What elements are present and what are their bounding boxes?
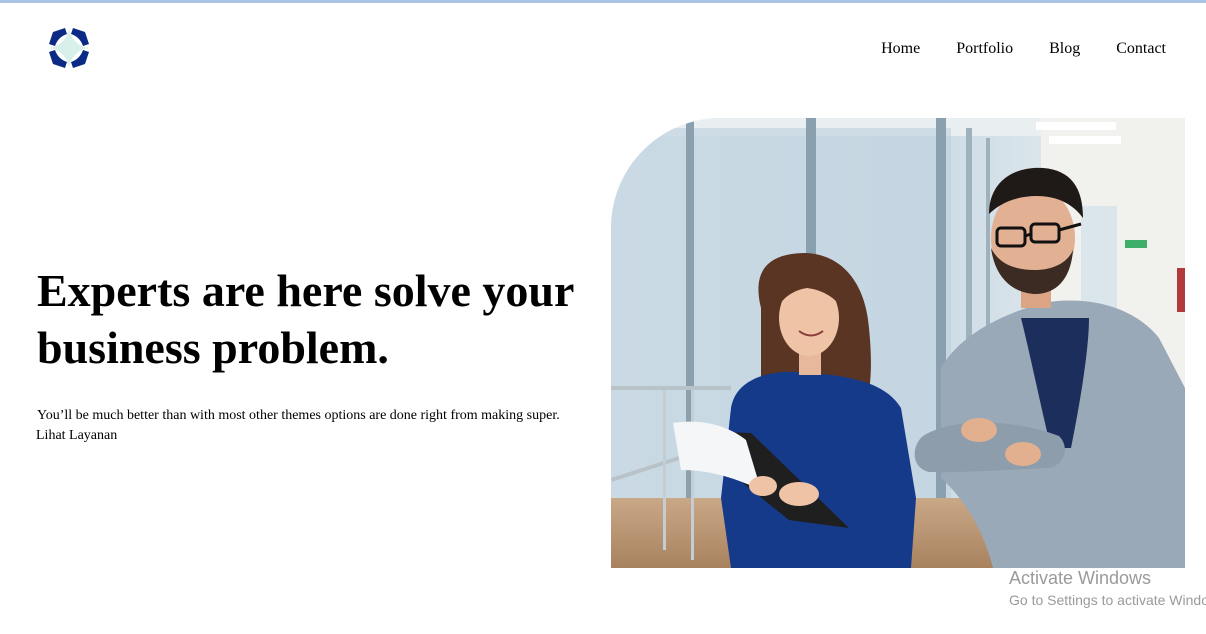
nav-home[interactable]: Home <box>881 40 920 58</box>
browser-top-border <box>0 0 1206 3</box>
nav-contact[interactable]: Contact <box>1116 40 1166 58</box>
nav-portfolio[interactable]: Portfolio <box>956 40 1013 58</box>
hero-image <box>611 118 1185 568</box>
view-services-link[interactable]: Lihat Layanan <box>36 426 117 446</box>
hero-title: Experts are here solve your business prob… <box>37 262 617 376</box>
nav-blog[interactable]: Blog <box>1049 40 1080 58</box>
main-nav: Home Portfolio Blog Contact <box>845 40 1166 58</box>
hero-title-line2: business problem. <box>37 322 389 373</box>
brand-logo-icon[interactable] <box>45 24 93 72</box>
hero-title-line1: Experts are here solve your <box>37 265 575 316</box>
watermark-subtitle: Go to Settings to activate Windows. <box>1009 592 1206 608</box>
watermark-title: Activate Windows <box>1009 568 1152 588</box>
hero-description: You’ll be much better than with most oth… <box>37 408 560 423</box>
windows-activation-watermark: Activate Windows Go to Settings to activ… <box>1009 566 1206 610</box>
